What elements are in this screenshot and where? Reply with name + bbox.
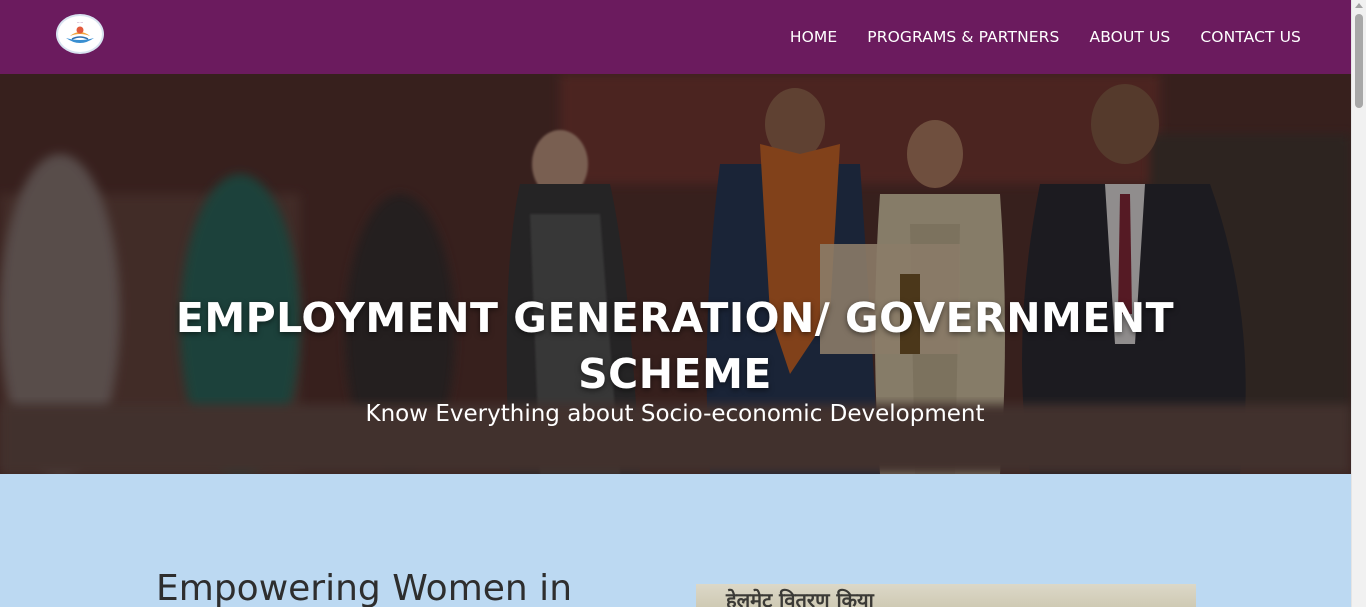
nav-contact-us-link[interactable]: CONTACT US — [1200, 28, 1301, 46]
hero-subtitle: Know Everything about Socio-economic Dev… — [365, 401, 985, 427]
nav-about-us-link[interactable]: ABOUT US — [1089, 28, 1170, 46]
section-heading: Empowering Women in — [156, 568, 573, 607]
nav-home-link[interactable]: HOME — [790, 28, 837, 46]
scrollbar-thumb[interactable] — [1355, 14, 1363, 108]
hero-title: EMPLOYMENT GENERATION/ GOVERNMENT SCHEME — [175, 294, 1175, 398]
hero-banner: EMPLOYMENT GENERATION/ GOVERNMENT SCHEME… — [0, 74, 1351, 474]
organization-logo[interactable]: ····· — [56, 14, 104, 54]
main-nav: HOME PROGRAMS & PARTNERS ABOUT US CONTAC… — [790, 0, 1301, 74]
svg-text:·····: ····· — [77, 20, 83, 25]
logo-emblem-icon: ····· — [62, 20, 98, 48]
nav-programs-partners-link[interactable]: PROGRAMS & PARTNERS — [867, 28, 1059, 46]
page-scrollbar[interactable] — [1351, 0, 1366, 607]
section-photo-caption: हेलमेट वितरण किया — [726, 588, 874, 607]
scroll-up-arrow-icon[interactable] — [1355, 3, 1363, 8]
section-photo: हेलमेट वितरण किया — [696, 584, 1196, 607]
top-navbar: ····· HOME PROGRAMS & PARTNERS ABOUT US … — [0, 0, 1351, 74]
